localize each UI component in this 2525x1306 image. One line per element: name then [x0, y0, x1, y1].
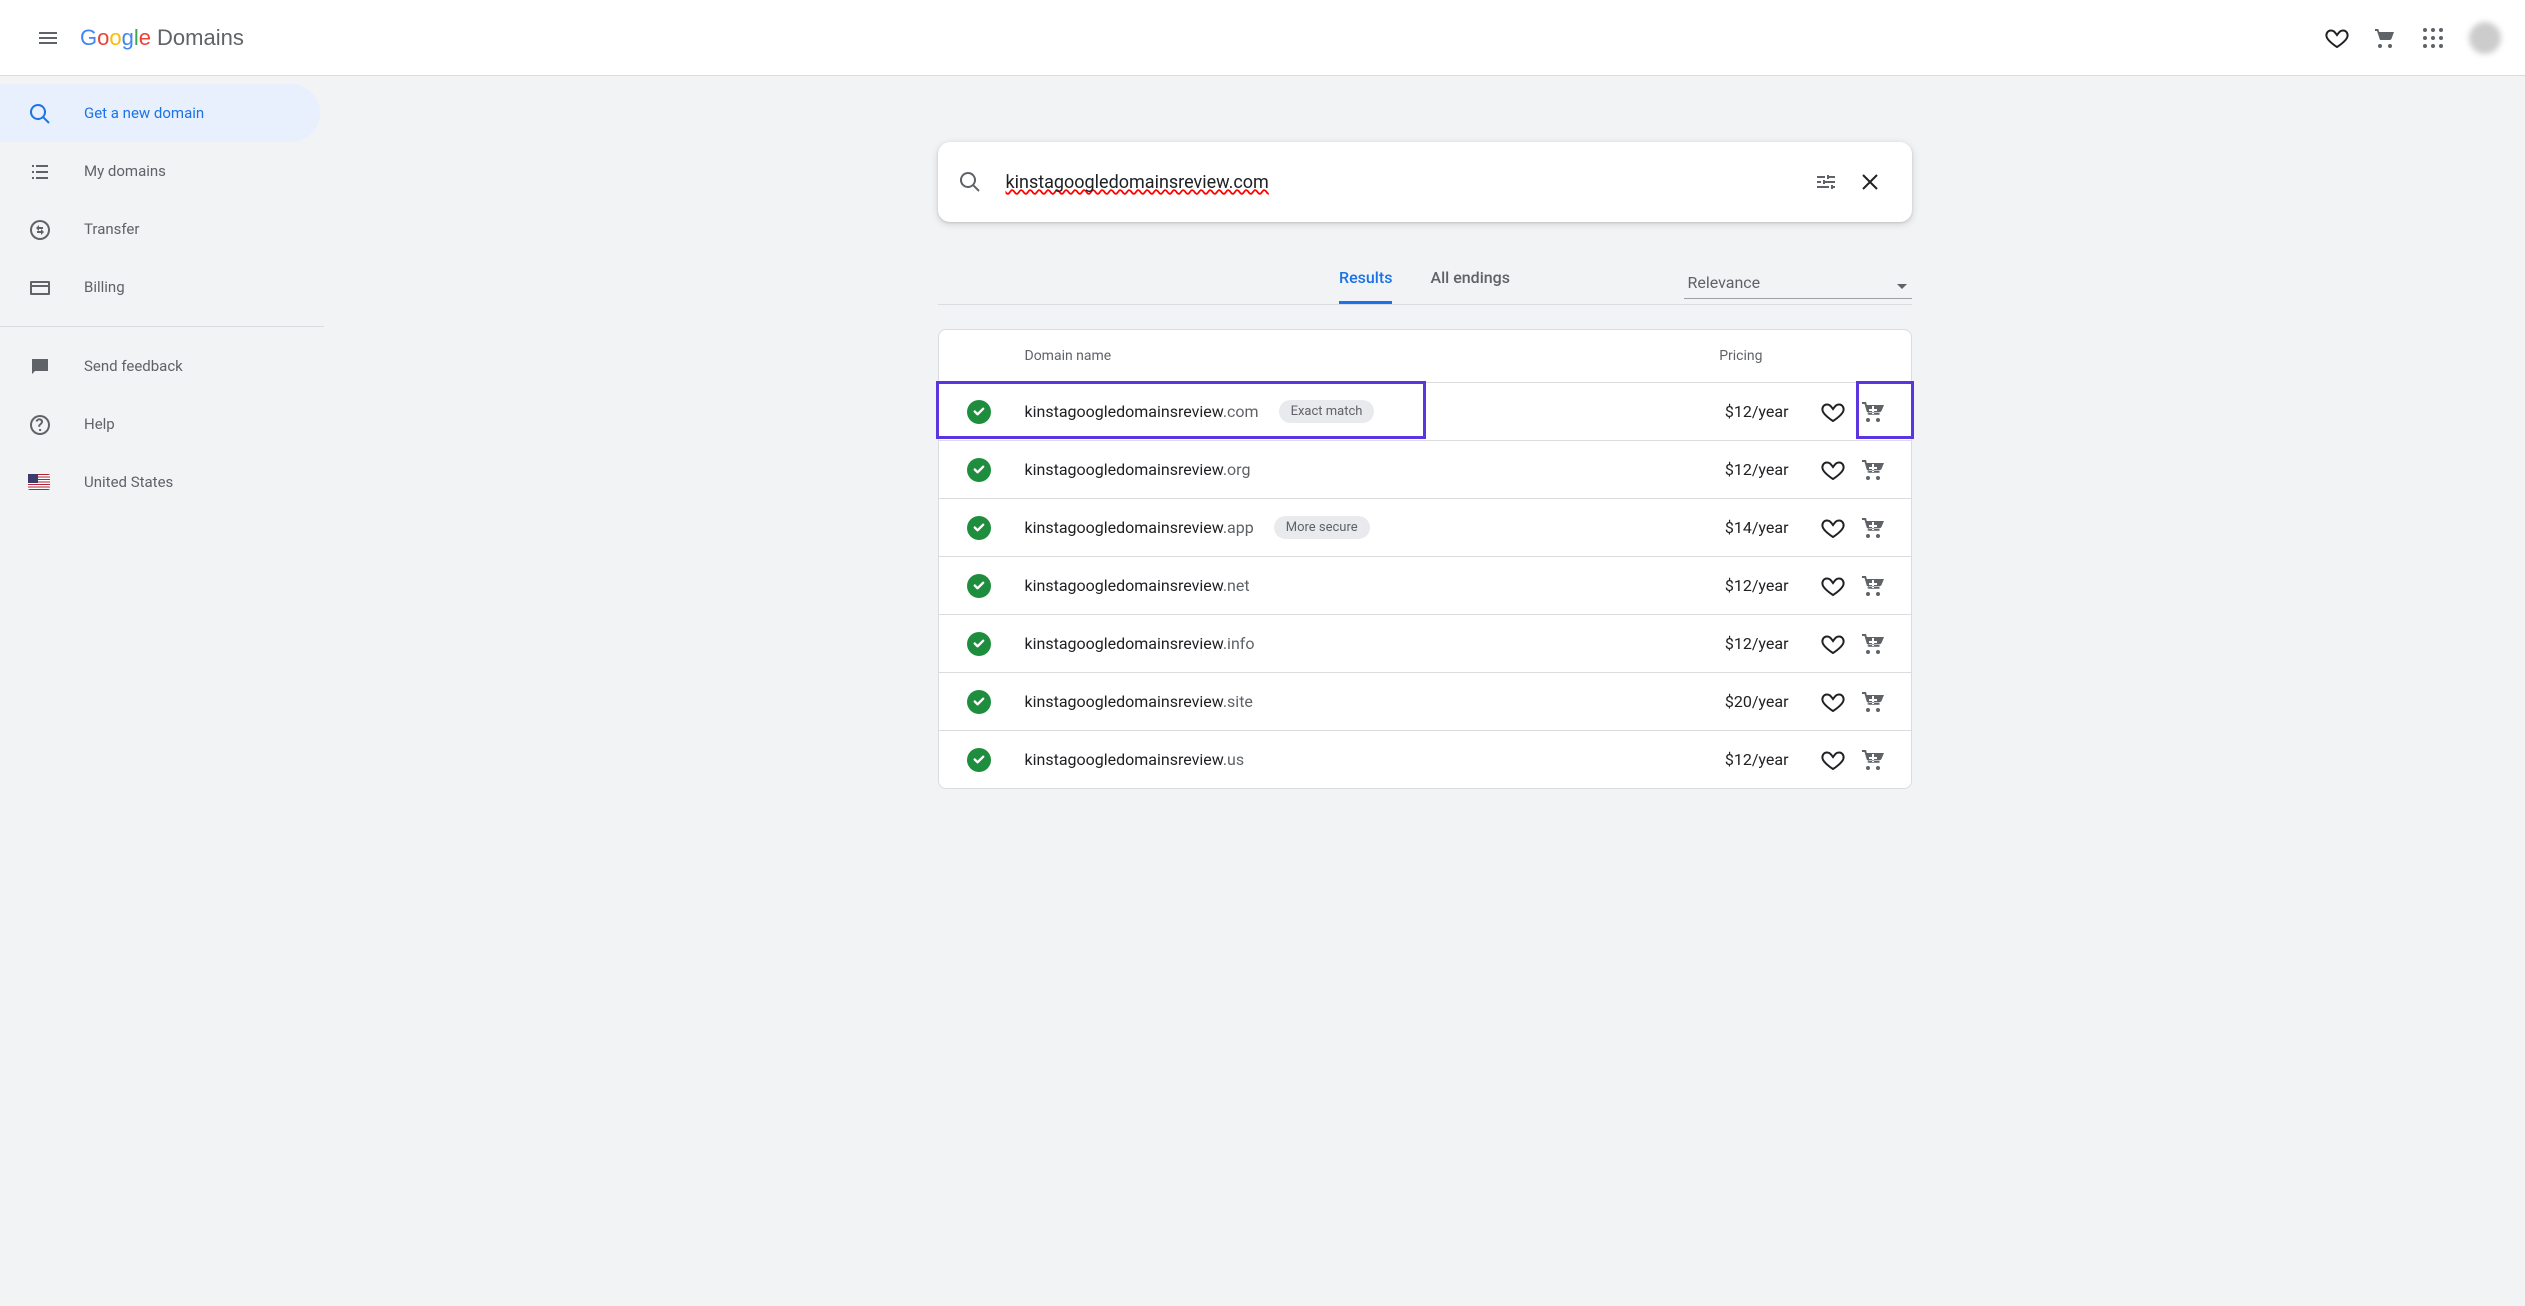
check-icon	[967, 400, 991, 424]
menu-button[interactable]	[24, 14, 72, 62]
check-icon	[967, 574, 991, 598]
sidebar-item-label: My domains	[84, 162, 166, 180]
sidebar-item-label: Billing	[84, 278, 125, 296]
heart-icon	[2325, 26, 2349, 50]
sidebar-item-label: Send feedback	[84, 357, 183, 375]
table-row[interactable]: kinstagoogledomainsreview.site $20/year	[939, 672, 1911, 730]
tab-all-endings[interactable]: All endings	[1430, 268, 1510, 304]
sidebar-item-label: Help	[84, 415, 115, 433]
logo-subtitle: Domains	[157, 25, 244, 51]
sidebar-item-label: Get a new domain	[84, 104, 204, 122]
sort-dropdown[interactable]: Relevance	[1684, 273, 1912, 299]
account-avatar[interactable]	[2469, 22, 2501, 54]
apps-icon	[2421, 26, 2445, 50]
search-input[interactable]: kinstagoogledomainsreview.com	[1006, 172, 1269, 193]
tab-results[interactable]: Results	[1339, 268, 1392, 304]
tune-icon	[1814, 170, 1838, 194]
sidebar-item-label: Transfer	[84, 220, 139, 238]
google-apps-button[interactable]	[2409, 14, 2457, 62]
app-header: Google Domains	[0, 0, 2525, 76]
add-to-cart-button[interactable]	[1853, 624, 1893, 664]
chip-secure: More secure	[1274, 516, 1370, 539]
check-icon	[967, 690, 991, 714]
domain-name: kinstagoogledomainsreview.org	[1025, 460, 1251, 479]
add-to-cart-button[interactable]	[1853, 508, 1893, 548]
search-icon	[28, 102, 50, 124]
add-to-cart-button[interactable]	[1853, 740, 1893, 780]
price: $12/year	[1725, 634, 1789, 653]
domain-name: kinstagoogledomainsreview.site	[1025, 692, 1253, 711]
domain-name: kinstagoogledomainsreview.app	[1025, 518, 1254, 537]
check-icon	[967, 748, 991, 772]
favorite-button[interactable]	[1813, 392, 1853, 432]
sidebar-item-new-domain[interactable]: Get a new domain	[0, 84, 320, 142]
close-icon	[1858, 170, 1882, 194]
sidebar-item-my-domains[interactable]: My domains	[0, 142, 320, 200]
table-row[interactable]: kinstagoogledomainsreview.org $12/year	[939, 440, 1911, 498]
card-icon	[28, 276, 50, 298]
sidebar: Get a new domain My domains Transfer Bil…	[0, 76, 324, 1306]
price: $12/year	[1725, 576, 1789, 595]
sidebar-item-billing[interactable]: Billing	[0, 258, 320, 316]
price: $12/year	[1725, 750, 1789, 769]
add-to-cart-button[interactable]	[1853, 450, 1893, 490]
table-row[interactable]: kinstagoogledomainsreview.com Exact matc…	[939, 382, 1911, 440]
add-to-cart-button[interactable]	[1853, 682, 1893, 722]
sidebar-item-country[interactable]: United States	[0, 453, 320, 511]
clear-search-button[interactable]	[1848, 160, 1892, 204]
check-icon	[967, 458, 991, 482]
feedback-icon	[28, 355, 50, 377]
check-icon	[967, 632, 991, 656]
domain-search-bar: kinstagoogledomainsreview.com	[938, 142, 1912, 222]
menu-icon	[36, 26, 60, 50]
add-to-cart-button[interactable]	[1853, 566, 1893, 606]
cart-icon	[2373, 26, 2397, 50]
domain-name: kinstagoogledomainsreview.net	[1025, 576, 1250, 595]
search-icon	[958, 170, 982, 194]
table-row[interactable]: kinstagoogledomainsreview.app More secur…	[939, 498, 1911, 556]
favorite-button[interactable]	[1813, 682, 1853, 722]
results-table: Domain name Pricing kinstagoogledomainsr…	[938, 329, 1912, 789]
add-to-cart-button[interactable]	[1853, 392, 1893, 432]
list-icon	[28, 160, 50, 182]
favorites-button[interactable]	[2313, 14, 2361, 62]
sidebar-item-help[interactable]: Help	[0, 395, 320, 453]
table-row[interactable]: kinstagoogledomainsreview.net $12/year	[939, 556, 1911, 614]
price: $12/year	[1725, 402, 1789, 421]
table-header: Domain name Pricing	[939, 330, 1911, 382]
column-pricing: Pricing	[1719, 348, 1762, 364]
table-row[interactable]: kinstagoogledomainsreview.us $12/year	[939, 730, 1911, 788]
main-content: kinstagoogledomainsreview.com Results Al…	[324, 76, 2525, 1306]
price: $20/year	[1725, 692, 1789, 711]
sidebar-separator	[0, 326, 324, 327]
chip-exact: Exact match	[1279, 400, 1375, 423]
domain-name: kinstagoogledomainsreview.com	[1025, 402, 1259, 421]
price: $14/year	[1725, 518, 1789, 537]
sidebar-item-label: United States	[84, 473, 173, 491]
favorite-button[interactable]	[1813, 740, 1853, 780]
favorite-button[interactable]	[1813, 450, 1853, 490]
us-flag-icon	[28, 474, 50, 490]
results-tabs: Results All endings Relevance	[938, 268, 1912, 305]
sidebar-item-feedback[interactable]: Send feedback	[0, 337, 320, 395]
domain-name: kinstagoogledomainsreview.us	[1025, 750, 1245, 769]
domain-name: kinstagoogledomainsreview.info	[1025, 634, 1255, 653]
chevron-down-icon	[1890, 274, 1908, 292]
cart-button[interactable]	[2361, 14, 2409, 62]
table-row[interactable]: kinstagoogledomainsreview.info $12/year	[939, 614, 1911, 672]
price: $12/year	[1725, 460, 1789, 479]
sidebar-item-transfer[interactable]: Transfer	[0, 200, 320, 258]
sort-label: Relevance	[1688, 273, 1761, 292]
column-domain: Domain name	[1025, 348, 1112, 364]
favorite-button[interactable]	[1813, 508, 1853, 548]
transfer-icon	[28, 218, 50, 240]
check-icon	[967, 516, 991, 540]
google-domains-logo[interactable]: Google Domains	[80, 25, 244, 51]
favorite-button[interactable]	[1813, 566, 1853, 606]
help-icon	[28, 413, 50, 435]
favorite-button[interactable]	[1813, 624, 1853, 664]
search-filters-button[interactable]	[1804, 160, 1848, 204]
